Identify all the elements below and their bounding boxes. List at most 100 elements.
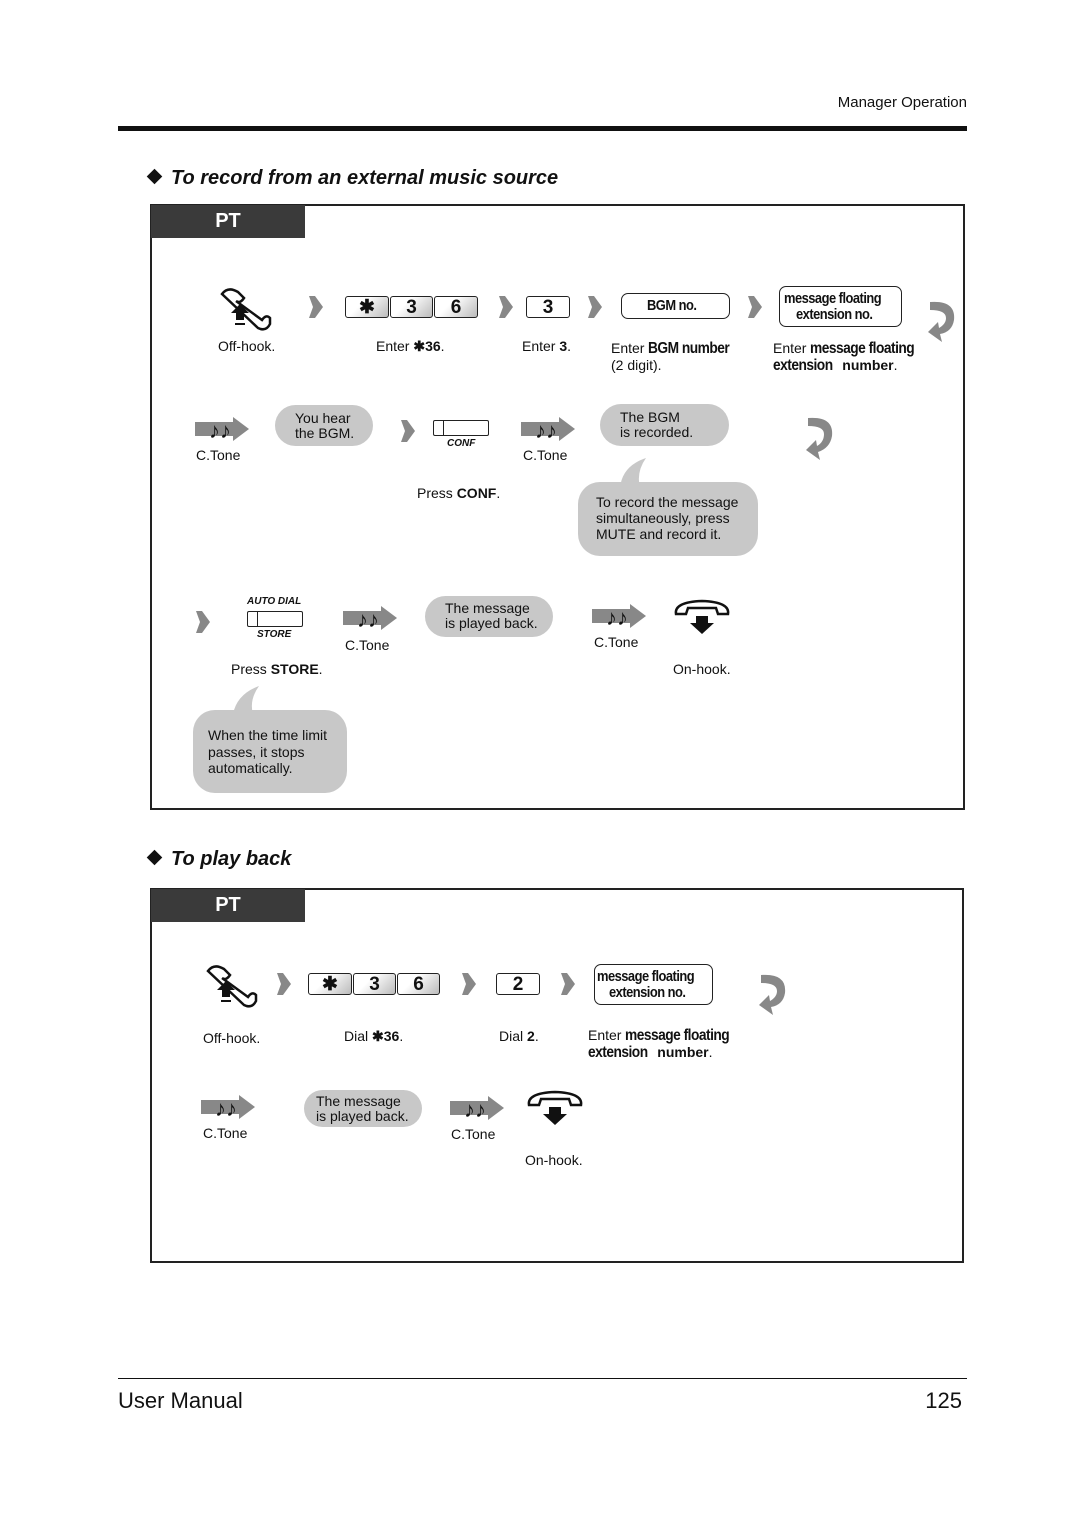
key-star: ✱ <box>308 973 352 995</box>
label-ctone: C.Tone <box>345 637 390 653</box>
label-text: Enter <box>588 1027 626 1043</box>
bubble-line: the BGM. <box>295 425 355 441</box>
section-title-playback: To play back <box>171 848 292 870</box>
header-section: Manager Operation <box>837 94 967 111</box>
label-ctone: C.Tone <box>523 447 568 463</box>
bubble-line: is recorded. <box>620 424 694 440</box>
bubble-line: The message <box>445 600 530 616</box>
svg-text:♪♪: ♪♪ <box>215 1096 237 1121</box>
continue-return-arrow-icon <box>928 301 955 342</box>
playback-procedure-box <box>150 888 964 1263</box>
label-dot: . <box>708 1044 713 1060</box>
label-bold: CONF <box>456 485 497 501</box>
svg-text:♪♪: ♪♪ <box>606 605 628 630</box>
field-label-line2: extension no. <box>609 984 686 1001</box>
key-6: 6 <box>397 973 440 995</box>
label-bold: extension <box>773 357 833 374</box>
bgm-field-label: BGM no. <box>646 297 697 314</box>
callout-line: passes, it stops <box>208 743 305 760</box>
label-dot: . <box>496 485 501 501</box>
label-bold: ✱36 <box>413 338 441 354</box>
label-press-store: Press STORE. <box>231 661 323 677</box>
label-bold: extension <box>588 1044 648 1061</box>
key-3: 3 <box>390 296 433 318</box>
label-enter-36: Enter ✱36. <box>376 338 445 354</box>
label-dial-36: Dial ✱36. <box>344 1028 403 1044</box>
callout-line: When the time limit <box>208 727 328 743</box>
diamond-bullet-icon <box>146 168 163 185</box>
continue-return-arrow-icon <box>759 974 786 1015</box>
svg-text:♪♪: ♪♪ <box>464 1097 486 1122</box>
section-title-record: To record from an external music source <box>171 167 559 189</box>
label-text: Enter <box>611 340 649 356</box>
label-on-hook: On-hook. <box>525 1152 583 1168</box>
arrow-right-icon <box>401 420 415 442</box>
bubble-line: is played back. <box>316 1108 409 1124</box>
callout-line: To record the message <box>596 494 739 510</box>
message-extension-field: message floating extension no. <box>779 286 902 327</box>
arrow-right-icon <box>748 296 762 318</box>
bubble-line: The BGM <box>620 409 680 425</box>
footer-rule <box>118 1378 967 1379</box>
arrow-right-icon <box>277 973 291 995</box>
label-text: Press <box>417 485 457 501</box>
label-ctone: C.Tone <box>203 1125 248 1141</box>
label-bold: ✱36 <box>372 1028 400 1044</box>
callout-mute-tip: To record the message simultaneously, pre… <box>578 482 758 556</box>
bubble-bgm-recorded: The BGM is recorded. <box>600 404 729 446</box>
label-off-hook: Off-hook. <box>203 1030 261 1046</box>
bgm-number-field: BGM no. <box>621 293 730 319</box>
label-press-conf: Press CONF. <box>417 485 500 501</box>
label-bold: number <box>657 1044 709 1060</box>
label-line2: (2 digit). <box>611 357 662 373</box>
continue-return-arrow-icon <box>806 417 833 460</box>
bubble-line: The message <box>316 1093 401 1109</box>
bubble-line: You hear <box>295 410 351 426</box>
key-3: 3 <box>526 296 570 318</box>
confirmation-tone-icon: ♪♪ <box>450 1096 504 1122</box>
arrow-right-icon <box>462 973 476 995</box>
label-ctone: C.Tone <box>196 447 241 463</box>
key-2: 2 <box>496 973 540 995</box>
label-bold: STORE <box>270 661 319 677</box>
bubble-message-played: The message is played back. <box>425 596 553 637</box>
bubble-line: is played back. <box>445 615 538 631</box>
store-key <box>247 611 303 627</box>
label-bold: message floating <box>810 340 915 357</box>
label-text: Dial <box>344 1028 373 1044</box>
label-dial-2: Dial 2. <box>499 1028 539 1044</box>
label-enter-msg-ext: Enter message floating extension number. <box>588 1027 746 1061</box>
label-enter-3: Enter 3. <box>522 338 571 354</box>
conf-key-label: CONF <box>447 438 476 449</box>
confirmation-tone-icon: ♪♪ <box>201 1095 255 1121</box>
arrow-right-icon <box>561 973 575 995</box>
label-text: Dial <box>499 1028 528 1044</box>
arrow-right-icon <box>588 296 602 318</box>
store-key-label: STORE <box>257 629 292 640</box>
callout-line: automatically. <box>208 760 293 776</box>
header-rule <box>118 126 967 131</box>
callout-line: simultaneously, press <box>596 510 730 526</box>
callout-line: MUTE and record it. <box>596 526 722 542</box>
arrow-right-icon <box>309 296 323 318</box>
label-dot: . <box>534 1028 539 1044</box>
page-number: 125 <box>925 1388 962 1413</box>
manual-page: Manager Operation To record from an exte… <box>0 0 1080 1528</box>
label-bold: 2 <box>527 1028 535 1044</box>
confirmation-tone-icon: ♪♪ <box>195 417 249 443</box>
svg-text:♪♪: ♪♪ <box>535 418 557 443</box>
conf-key <box>433 420 489 436</box>
label-bold: number <box>842 357 894 373</box>
field-label-line1: message floating <box>597 968 695 985</box>
label-bold: BGM number <box>648 340 730 357</box>
auto-dial-label: AUTO DIAL <box>247 596 302 607</box>
arrow-right-icon <box>499 296 513 318</box>
field-label-line1: message floating <box>784 290 882 307</box>
field-label-line2: extension no. <box>796 306 873 323</box>
label-ctone: C.Tone <box>594 634 639 650</box>
svg-text:♪♪: ♪♪ <box>209 418 231 443</box>
key-6: 6 <box>434 296 478 318</box>
arrow-right-icon <box>196 611 210 633</box>
label-text: Press <box>231 661 271 677</box>
pt-tab: PT <box>151 889 305 922</box>
